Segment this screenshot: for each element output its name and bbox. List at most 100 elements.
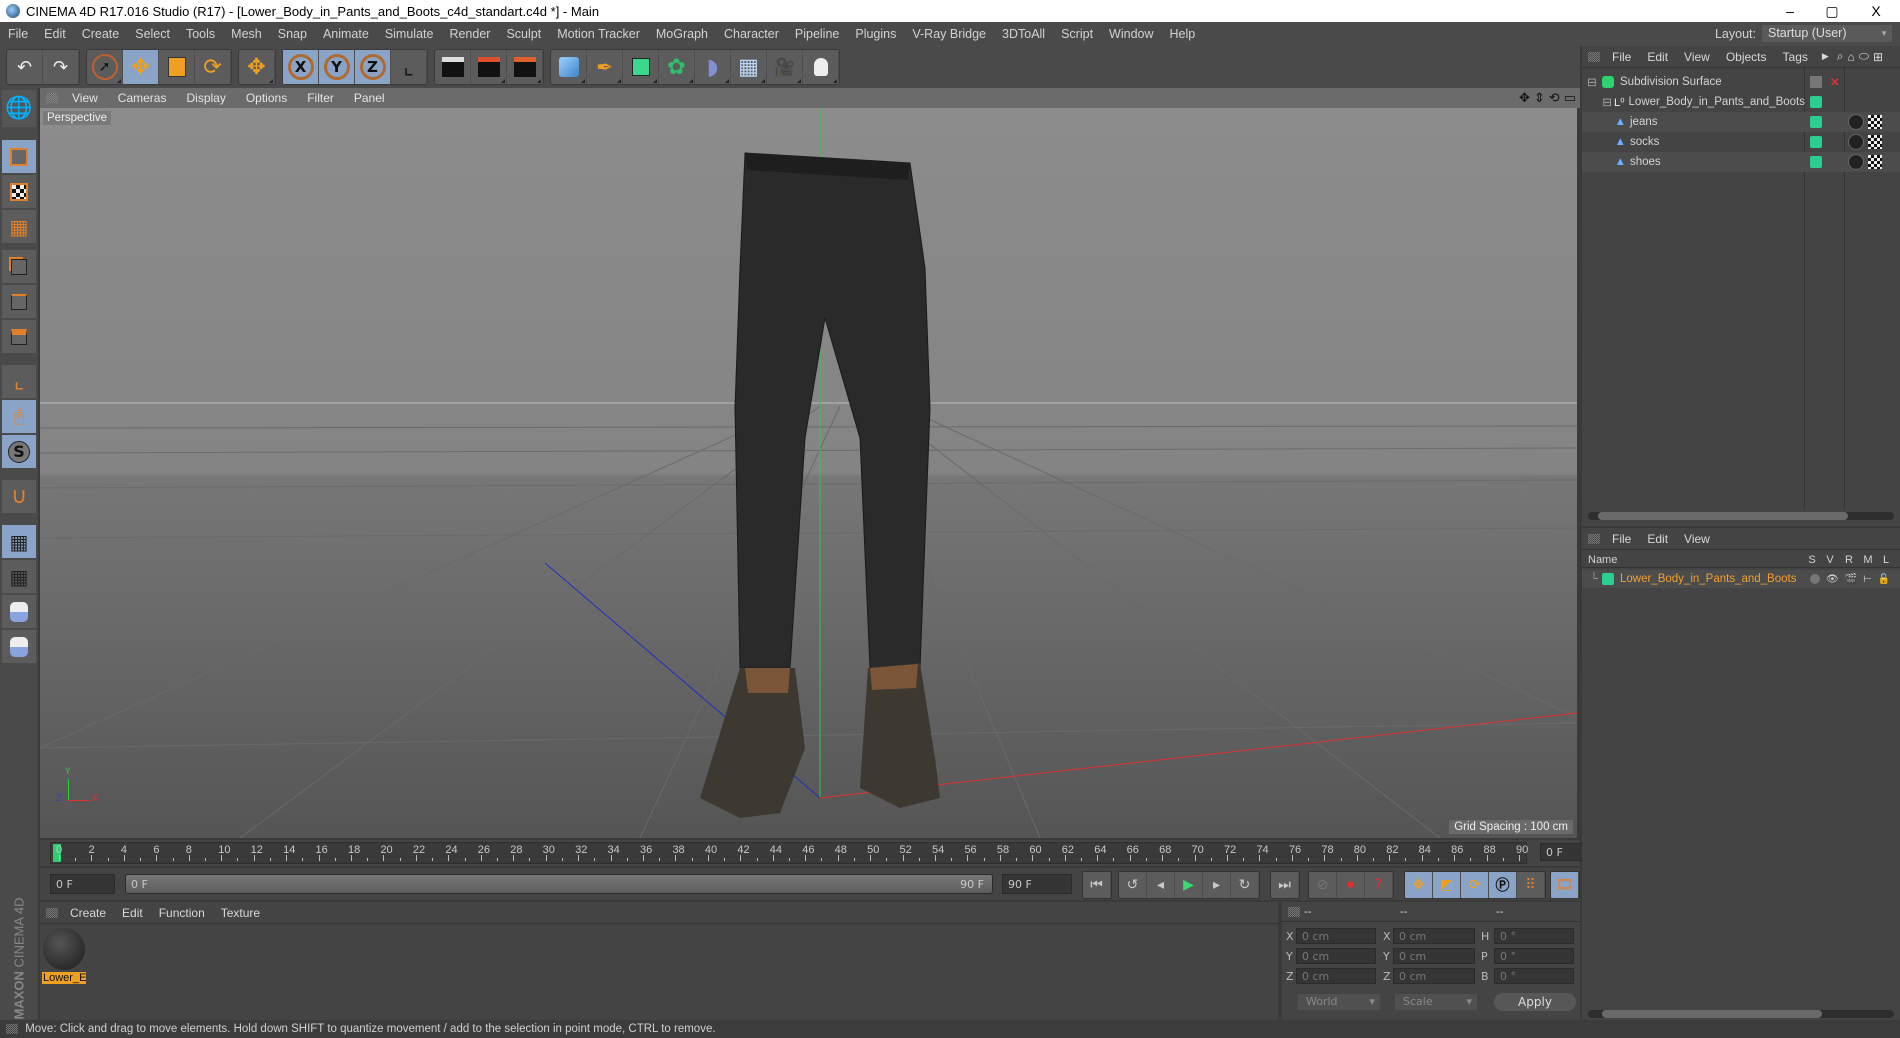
python-script-button[interactable] <box>2 630 36 664</box>
material-tag-icon[interactable] <box>1848 114 1864 130</box>
material-menu-create[interactable]: Create <box>62 906 114 920</box>
layer-color-swatch[interactable] <box>1810 156 1822 168</box>
lm-menu-file[interactable]: File <box>1604 532 1639 546</box>
step-back-button[interactable]: ◂ <box>1147 872 1175 898</box>
pos-z-field[interactable]: 0 cm <box>1296 968 1376 984</box>
viewport-pan-icon[interactable]: ✥ <box>1519 90 1530 106</box>
add-spline-button[interactable]: ✒ <box>587 50 623 84</box>
menu-script[interactable]: Script <box>1053 27 1101 41</box>
uvw-tag-icon[interactable] <box>1868 155 1882 169</box>
col-name[interactable]: Name <box>1582 554 1804 566</box>
add-floor-button[interactable]: ▦ <box>731 50 767 84</box>
menu-simulate[interactable]: Simulate <box>377 27 442 41</box>
uvw-tag-icon[interactable] <box>1868 135 1882 149</box>
menu-mograph[interactable]: MoGraph <box>648 27 716 41</box>
apply-button[interactable]: Apply <box>1494 993 1576 1011</box>
goto-start-button[interactable]: ⏮ <box>1083 872 1111 898</box>
polygons-mode-button[interactable] <box>2 320 36 354</box>
menu-select[interactable]: Select <box>127 27 178 41</box>
material-swatch[interactable]: Lower_E <box>42 928 86 986</box>
render-settings-button[interactable] <box>507 50 543 84</box>
collapse-toggle-icon[interactable]: ⊟ <box>1582 75 1602 89</box>
scrollbar-thumb[interactable] <box>1598 512 1848 520</box>
key-scale-button[interactable]: ◩ <box>1433 872 1461 898</box>
key-rotation-button[interactable]: ⟳ <box>1461 872 1489 898</box>
add-cube-button[interactable] <box>551 50 587 84</box>
rot-h-field[interactable]: 0 ° <box>1494 928 1574 944</box>
menu-motion-tracker[interactable]: Motion Tracker <box>549 27 648 41</box>
next-key-button[interactable]: ↻ <box>1231 872 1259 898</box>
redo-button[interactable]: ↷ <box>43 50 79 84</box>
timeline-window-button[interactable]: 🎞 <box>1551 872 1579 898</box>
viewport-menu-panel[interactable]: Panel <box>344 91 395 105</box>
prev-key-button[interactable]: ↺ <box>1119 872 1147 898</box>
tweak-mode-button[interactable]: 🖱 <box>2 400 36 434</box>
col-manager[interactable]: M <box>1858 554 1878 566</box>
viewport-menu-view[interactable]: View <box>62 91 108 105</box>
menu-help[interactable]: Help <box>1162 27 1204 41</box>
minimize-button[interactable]: – <box>1770 0 1810 22</box>
material-tag-icon[interactable] <box>1848 154 1864 170</box>
menu-animate[interactable]: Animate <box>315 27 377 41</box>
size-z-field[interactable]: 0 cm <box>1393 968 1475 984</box>
restore-button[interactable]: ▢ <box>1812 0 1852 22</box>
recent-tool-button[interactable]: ✥ <box>239 50 275 84</box>
disabled-x-icon[interactable]: ✕ <box>1830 75 1840 89</box>
lock-icon[interactable]: 🔓 <box>1878 574 1890 585</box>
workplane-align-button[interactable]: ▦ <box>2 560 36 594</box>
goto-end-button[interactable]: ⏭ <box>1271 872 1299 898</box>
frame-range-slider[interactable]: 0 F 90 F <box>125 874 993 894</box>
object-row-lower-body[interactable]: ⊟ L⁰ Lower_Body_in_Pants_and_Boots <box>1582 92 1900 112</box>
snap-button[interactable]: S <box>2 435 36 469</box>
panel-grip[interactable] <box>1288 906 1300 917</box>
play-button[interactable]: ▶ <box>1175 872 1203 898</box>
size-x-field[interactable]: 0 cm <box>1393 928 1475 944</box>
rot-p-field[interactable]: 0 ° <box>1494 948 1574 964</box>
pos-x-field[interactable]: 0 cm <box>1296 928 1376 944</box>
layout-dropdown[interactable]: Startup (User) <box>1762 25 1892 42</box>
render-picture-viewer-button[interactable] <box>471 50 507 84</box>
eye-filter-icon[interactable]: ⬭ <box>1859 49 1869 64</box>
menu-pipeline[interactable]: Pipeline <box>787 27 847 41</box>
layer-row[interactable]: └ Lower_Body_in_Pants_and_Boots 👁 🎬 ⊢ 🔓 <box>1582 570 1900 588</box>
panel-grip[interactable] <box>1588 533 1600 544</box>
menu-3dtoall[interactable]: 3DToAll <box>994 27 1053 41</box>
timeline-ruler[interactable]: 0 2 4 6 8 10 12 14 16 18 20 22 24 26 28 30 32 34 36 38 40 42 4… <box>50 842 1528 864</box>
close-button[interactable]: X <box>1856 0 1896 22</box>
axis-mode-button[interactable]: ⌞ <box>2 365 36 399</box>
x-axis-lock-button[interactable]: X <box>283 50 319 84</box>
python-button[interactable] <box>2 595 36 629</box>
panel-grip[interactable] <box>1588 51 1600 62</box>
material-menu-texture[interactable]: Texture <box>213 906 268 920</box>
menu-snap[interactable]: Snap <box>270 27 315 41</box>
scale-tool-button[interactable] <box>159 50 195 84</box>
workplane-lock-button[interactable]: ▦ <box>2 525 36 559</box>
menu-sculpt[interactable]: Sculpt <box>498 27 549 41</box>
material-menu-edit[interactable]: Edit <box>114 906 151 920</box>
coord-type-dropdown[interactable]: Scale <box>1395 994 1477 1010</box>
object-row-subdivision-surface[interactable]: ⊟ Subdivision Surface ✕ <box>1582 72 1900 92</box>
menu-plugins[interactable]: Plugins <box>847 27 904 41</box>
coordinate-system-button[interactable]: ⌞ <box>391 50 427 84</box>
edges-mode-button[interactable] <box>2 285 36 319</box>
visible-eye-icon[interactable]: 👁 <box>1826 574 1839 585</box>
z-axis-lock-button[interactable]: Z <box>355 50 391 84</box>
live-selection-button[interactable]: ➚ <box>87 50 123 84</box>
viewport-menu-cameras[interactable]: Cameras <box>108 91 177 105</box>
key-position-button[interactable]: ✥ <box>1405 872 1433 898</box>
add-array-button[interactable]: ✿ <box>659 50 695 84</box>
viewport-menu-options[interactable]: Options <box>236 91 297 105</box>
home-icon[interactable]: ⌂ <box>1848 50 1855 64</box>
y-axis-lock-button[interactable]: Y <box>319 50 355 84</box>
viewport-menu-filter[interactable]: Filter <box>297 91 344 105</box>
layer-manager-hscrollbar[interactable] <box>1588 1010 1894 1018</box>
layer-color-swatch[interactable] <box>1810 136 1822 148</box>
points-mode-button[interactable] <box>2 250 36 284</box>
material-menu-function[interactable]: Function <box>151 906 213 920</box>
col-render[interactable]: R <box>1840 554 1858 566</box>
panel-grip[interactable] <box>6 1023 18 1034</box>
om-menu-objects[interactable]: Objects <box>1718 50 1775 64</box>
step-forward-button[interactable]: ▸ <box>1203 872 1231 898</box>
menu-edit[interactable]: Edit <box>36 27 74 41</box>
pos-y-field[interactable]: 0 cm <box>1296 948 1376 964</box>
